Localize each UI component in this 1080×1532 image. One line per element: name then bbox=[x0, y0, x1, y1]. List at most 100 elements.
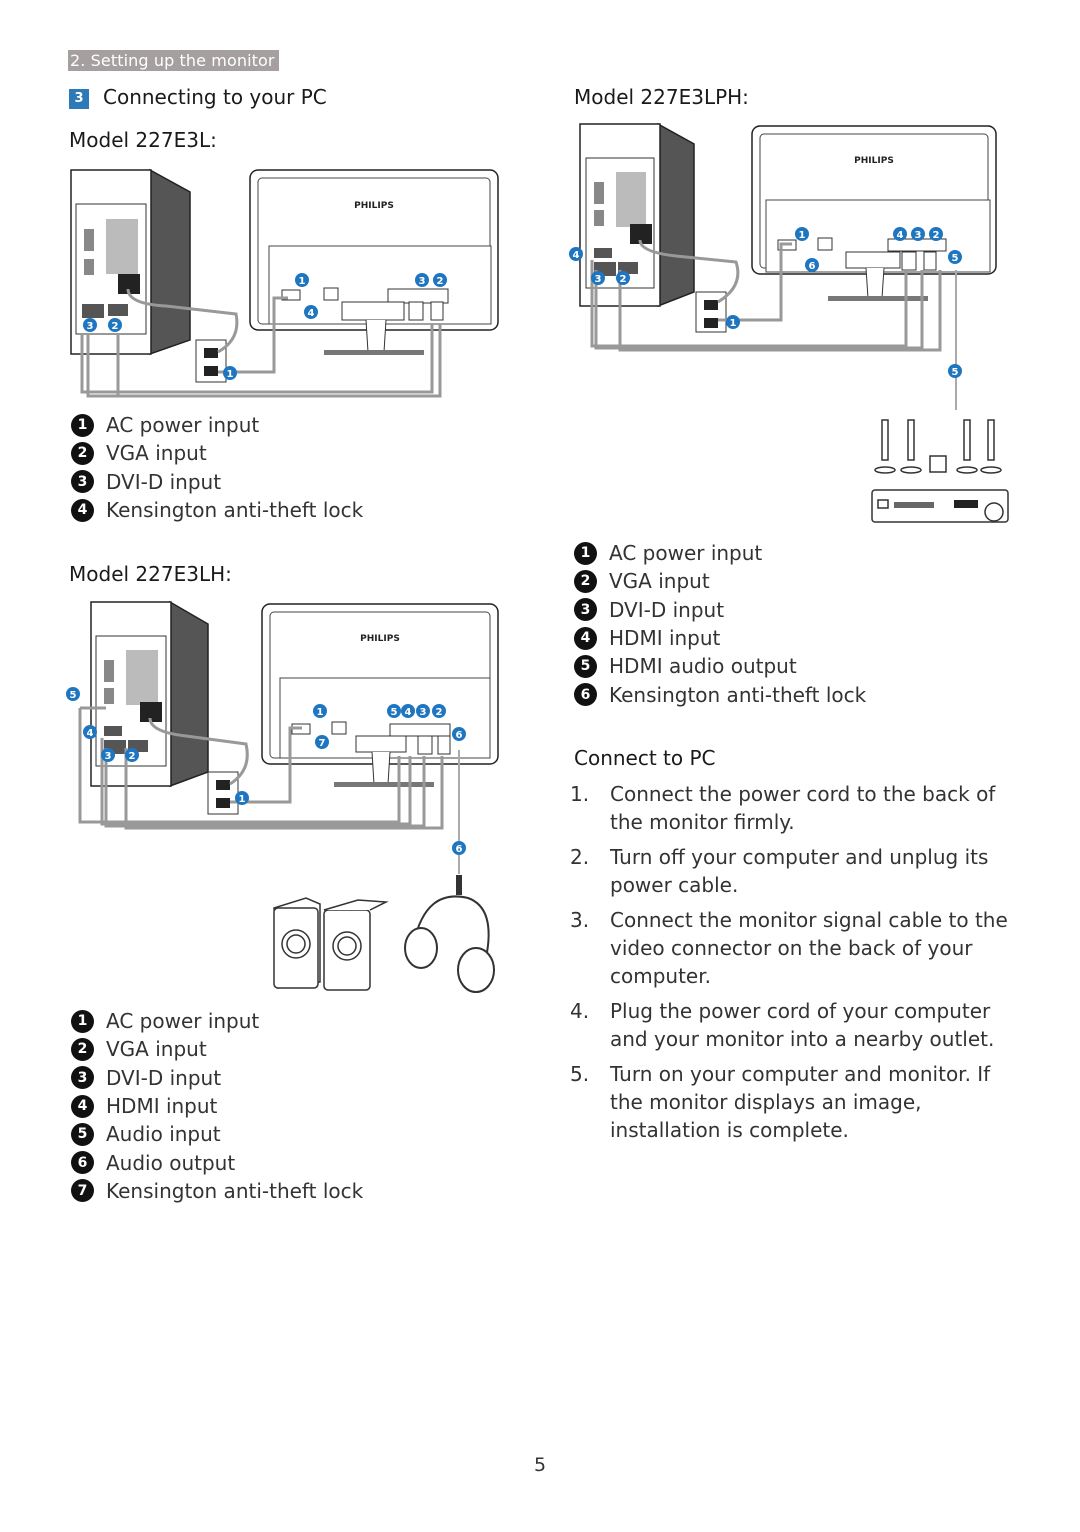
page-number: 5 bbox=[533, 1454, 547, 1476]
step-item: 5. Turn on your computer and monitor. If … bbox=[570, 1060, 1030, 1144]
legend-label: HDMI audio output bbox=[609, 654, 797, 679]
legend-item: 1 AC power input bbox=[71, 1007, 363, 1035]
connect-steps: 1. Connect the power cord to the back of … bbox=[570, 780, 1030, 1151]
step-text: Turn on your computer and monitor. If th… bbox=[610, 1062, 991, 1142]
callout: 4 bbox=[573, 250, 580, 261]
step-text: Connect the monitor signal cable to the … bbox=[610, 908, 1008, 988]
monitor-brand: PHILIPS bbox=[354, 201, 394, 211]
monitor-back-icon: PHILIPS bbox=[261, 603, 499, 787]
legend-label: Audio input bbox=[106, 1122, 221, 1147]
callout: 1 bbox=[299, 276, 306, 287]
number-icon: 2 bbox=[71, 441, 94, 465]
legend-label: AC power input bbox=[106, 1009, 260, 1034]
legend-item: 4 Kensington anti-theft lock bbox=[71, 496, 363, 524]
number-icon: 1 bbox=[71, 1009, 94, 1033]
legend-label: DVI-D input bbox=[609, 597, 725, 622]
wall-outlet-icon bbox=[195, 339, 227, 383]
legend-227e3l: 1 AC power input 2 VGA input 3 DVI-D input … bbox=[71, 411, 363, 524]
legend-label: Kensington anti-theft lock bbox=[106, 1178, 364, 1203]
wall-outlet-icon bbox=[207, 771, 239, 815]
number-icon: 6 bbox=[574, 683, 597, 707]
legend-label: AC power input bbox=[106, 413, 260, 438]
number-icon: 5 bbox=[71, 1122, 94, 1146]
legend-item: 1 AC power input bbox=[574, 539, 866, 567]
callout: 3 bbox=[87, 321, 94, 332]
callout: 2 bbox=[129, 751, 136, 762]
diagram-227e3lph: PHILIPS 1 4 3 2 5 6 4 3 2 1 5 bbox=[569, 122, 1009, 523]
callout: 2 bbox=[112, 321, 119, 332]
step-item: 3. Connect the monitor signal cable to th… bbox=[570, 906, 1030, 990]
legend-item: 2 VGA input bbox=[574, 567, 866, 595]
callout: 2 bbox=[933, 230, 940, 241]
number-icon: 7 bbox=[71, 1179, 94, 1203]
headphones-icon bbox=[404, 875, 495, 993]
step-text: Connect the power cord to the back of th… bbox=[610, 782, 996, 834]
step-num: 1. bbox=[570, 782, 590, 806]
callout: 5 bbox=[952, 253, 959, 264]
step-heading: 3 Connecting to your PC bbox=[69, 85, 327, 109]
callout: 6 bbox=[456, 730, 463, 741]
legend-label: Kensington anti-theft lock bbox=[609, 682, 867, 707]
step-item: 2. Turn off your computer and unplug its … bbox=[570, 843, 1030, 899]
speakers-icon bbox=[273, 897, 389, 991]
number-icon: 2 bbox=[574, 569, 597, 593]
number-icon: 4 bbox=[71, 498, 94, 522]
number-icon: 2 bbox=[71, 1037, 94, 1061]
legend-label: Kensington anti-theft lock bbox=[106, 498, 364, 523]
callout: 4 bbox=[87, 728, 94, 739]
number-icon: 1 bbox=[574, 541, 597, 565]
callout: 1 bbox=[317, 707, 324, 718]
legend-item: 7 Kensington anti-theft lock bbox=[71, 1177, 363, 1205]
callout: 5 bbox=[952, 367, 959, 378]
legend-item: 6 Kensington anti-theft lock bbox=[574, 680, 866, 708]
step-num: 5. bbox=[570, 1062, 590, 1086]
step-num: 4. bbox=[570, 999, 590, 1023]
legend-item: 3 DVI-D input bbox=[71, 1064, 363, 1092]
legend-item: 2 VGA input bbox=[71, 439, 363, 467]
callout: 1 bbox=[799, 230, 806, 241]
legend-item: 1 AC power input bbox=[71, 411, 363, 439]
callout: 1 bbox=[239, 794, 246, 805]
legend-227e3lh: 1 AC power input 2 VGA input 3 DVI-D input … bbox=[71, 1007, 363, 1205]
legend-item: 4 HDMI input bbox=[574, 624, 866, 652]
callout: 2 bbox=[436, 707, 443, 718]
callout: 4 bbox=[405, 707, 412, 718]
callout: 3 bbox=[595, 274, 602, 285]
callout: 3 bbox=[420, 707, 427, 718]
number-icon: 4 bbox=[71, 1094, 94, 1118]
number-icon: 3 bbox=[574, 598, 597, 622]
legend-label: VGA input bbox=[106, 1037, 207, 1062]
diagram-227e3l: PHILIPS 1 3 2 4 3 2 1 bbox=[70, 168, 499, 398]
model-title-227e3lph: Model 227E3LPH: bbox=[574, 85, 749, 109]
legend-item: 5 Audio input bbox=[71, 1120, 363, 1148]
connect-title: Connect to PC bbox=[574, 746, 716, 770]
callout: 5 bbox=[391, 707, 398, 718]
number-icon: 1 bbox=[71, 413, 94, 437]
callout: 7 bbox=[319, 738, 326, 749]
callout: 1 bbox=[730, 318, 737, 329]
legend-label: AC power input bbox=[609, 541, 763, 566]
callout: 6 bbox=[809, 261, 816, 272]
legend-label: DVI-D input bbox=[106, 469, 222, 494]
number-icon: 5 bbox=[574, 654, 597, 678]
step-text: Turn off your computer and unplug its po… bbox=[610, 845, 989, 897]
legend-item: 6 Audio output bbox=[71, 1148, 363, 1176]
step-item: 4. Plug the power cord of your computer a… bbox=[570, 997, 1030, 1053]
model-title-227e3l: Model 227E3L: bbox=[69, 128, 217, 152]
number-icon: 3 bbox=[71, 1066, 94, 1090]
number-icon: 4 bbox=[574, 626, 597, 650]
number-icon: 6 bbox=[71, 1151, 94, 1175]
legend-227e3lph: 1 AC power input 2 VGA input 3 DVI-D input … bbox=[574, 539, 866, 709]
callout: 2 bbox=[620, 274, 627, 285]
legend-label: VGA input bbox=[609, 569, 710, 594]
legend-label: HDMI input bbox=[609, 626, 721, 651]
callout: 3 bbox=[915, 230, 922, 241]
step-num: 3. bbox=[570, 908, 590, 932]
legend-item: 3 DVI-D input bbox=[574, 596, 866, 624]
callout: 6 bbox=[456, 844, 463, 855]
callout: 1 bbox=[227, 369, 234, 380]
legend-item: 3 DVI-D input bbox=[71, 468, 363, 496]
step-num: 2. bbox=[570, 845, 590, 869]
monitor-back-icon: PHILIPS bbox=[751, 125, 997, 301]
step-number-badge: 3 bbox=[69, 89, 89, 109]
